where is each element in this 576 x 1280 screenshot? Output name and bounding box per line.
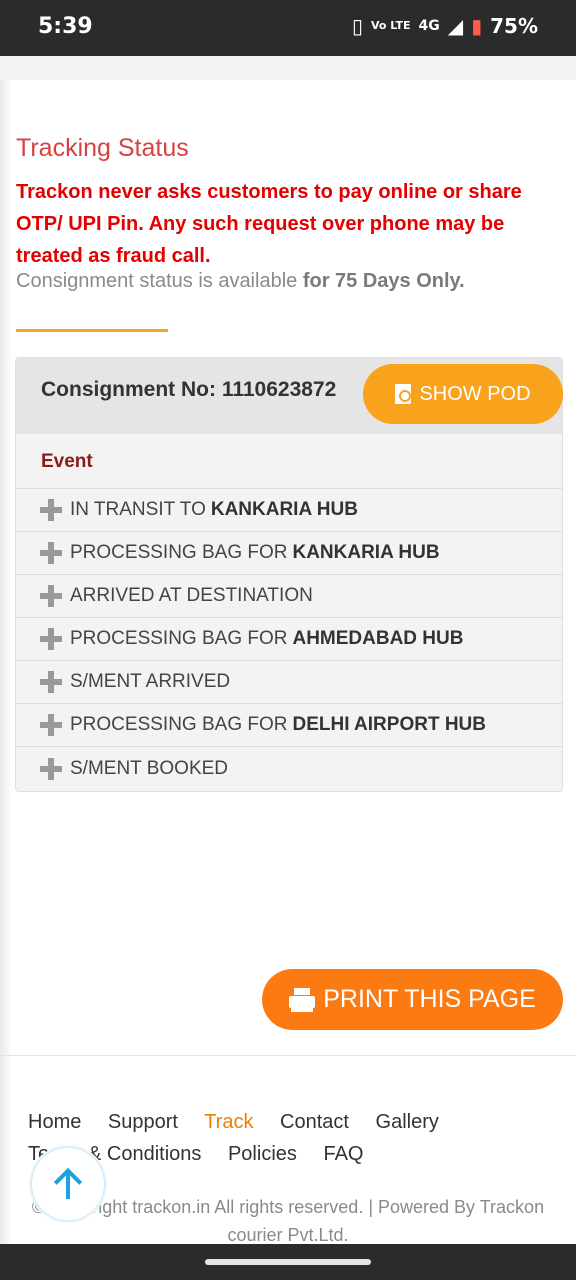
footer-link-gallery[interactable]: Gallery (376, 1111, 439, 1133)
event-text: ARRIVED AT DESTINATION (70, 585, 313, 606)
event-row[interactable]: S/MENT BOOKED (16, 747, 562, 790)
tracking-card: Consignment No: 1110623872 SHOW POD Even… (15, 357, 563, 792)
event-row[interactable]: PROCESSING BAG FOR DELHI AIRPORT HUB (16, 704, 562, 747)
print-label: PRINT THIS PAGE (323, 985, 536, 1013)
event-text: PROCESSING BAG FOR (70, 714, 288, 735)
print-page-button[interactable]: PRINT THIS PAGE (262, 969, 563, 1030)
event-row[interactable]: PROCESSING BAG FOR AHMEDABAD HUB (16, 618, 562, 661)
status-icons: ▯ Vo LTE 4G ◢ ▮ 75% (352, 14, 538, 38)
footer-link-faq[interactable]: FAQ (323, 1143, 363, 1165)
event-text: S/MENT BOOKED (70, 757, 229, 779)
event-text: PROCESSING BAG FOR (70, 628, 288, 649)
title-underline (16, 329, 168, 332)
arrow-up-icon (54, 1169, 82, 1199)
status-bar: 5:39 ▯ Vo LTE 4G ◢ ▮ 75% (0, 0, 576, 56)
signal-icon: ◢ (447, 14, 464, 38)
show-pod-button[interactable]: SHOW POD (363, 364, 563, 424)
consignment-number: Consignment No: 1110623872 (41, 378, 337, 401)
printer-icon (289, 987, 316, 1012)
event-list: IN TRANSIT TO KANKARIA HUB PROCESSING BA… (16, 489, 562, 790)
footer-link-policies[interactable]: Policies (228, 1143, 297, 1165)
battery-icon: ▮ (471, 14, 483, 38)
battery-level: 75% (490, 14, 538, 38)
event-text: PROCESSING BAG FOR (70, 542, 288, 563)
page-title: Tracking Status (16, 134, 189, 162)
event-location: AHMEDABAD HUB (292, 628, 464, 649)
event-text: IN TRANSIT TO (70, 499, 206, 520)
footer-link-contact[interactable]: Contact (280, 1111, 349, 1133)
footer-divider (0, 1055, 576, 1056)
show-pod-label: SHOW POD (419, 382, 531, 405)
event-row[interactable]: ARRIVED AT DESTINATION (16, 575, 562, 618)
event-location: DELHI AIRPORT HUB (292, 714, 487, 735)
vibrate-icon: ▯ (351, 14, 363, 38)
card-header: Consignment No: 1110623872 SHOW POD (16, 358, 563, 434)
expand-plus-icon[interactable] (40, 499, 62, 521)
expand-plus-icon[interactable] (40, 714, 62, 736)
pdf-icon (395, 384, 412, 404)
event-location: KANKARIA HUB (210, 499, 358, 520)
event-text: S/MENT ARRIVED (70, 671, 231, 692)
event-row[interactable]: S/MENT ARRIVED (16, 661, 562, 704)
network-type: 4G (418, 18, 440, 34)
home-gesture-bar[interactable] (205, 1259, 371, 1265)
expand-plus-icon[interactable] (40, 671, 62, 693)
footer-link-home[interactable]: Home (28, 1111, 81, 1133)
header-band (0, 56, 576, 80)
expand-plus-icon[interactable] (40, 585, 62, 607)
expand-plus-icon[interactable] (40, 757, 62, 780)
scroll-to-top-button[interactable] (31, 1147, 105, 1221)
event-location: KANKARIA HUB (292, 542, 440, 563)
volte-icon: Vo LTE (370, 19, 411, 32)
expand-plus-icon[interactable] (40, 542, 62, 564)
availability-prefix: Consignment status is available (16, 270, 298, 292)
footer-nav: Home Support Track Contact Gallery Terms… (28, 1106, 568, 1170)
footer-link-track[interactable]: Track (204, 1111, 253, 1133)
page-edge (0, 80, 12, 1244)
event-column-header: Event (16, 434, 562, 489)
availability-days: for 75 Days Only. (302, 270, 465, 292)
event-row[interactable]: PROCESSING BAG FOR KANKARIA HUB (16, 532, 562, 575)
expand-plus-icon[interactable] (40, 628, 62, 650)
event-header-label: Event (41, 451, 93, 472)
event-row[interactable]: IN TRANSIT TO KANKARIA HUB (16, 489, 562, 532)
clock: 5:39 (38, 14, 93, 39)
system-nav-bar (0, 1244, 576, 1280)
fraud-warning: Trackon never asks customers to pay onli… (16, 181, 522, 267)
footer-link-support[interactable]: Support (108, 1111, 178, 1133)
availability-note: Consignment status is available for 75 D… (16, 270, 465, 293)
